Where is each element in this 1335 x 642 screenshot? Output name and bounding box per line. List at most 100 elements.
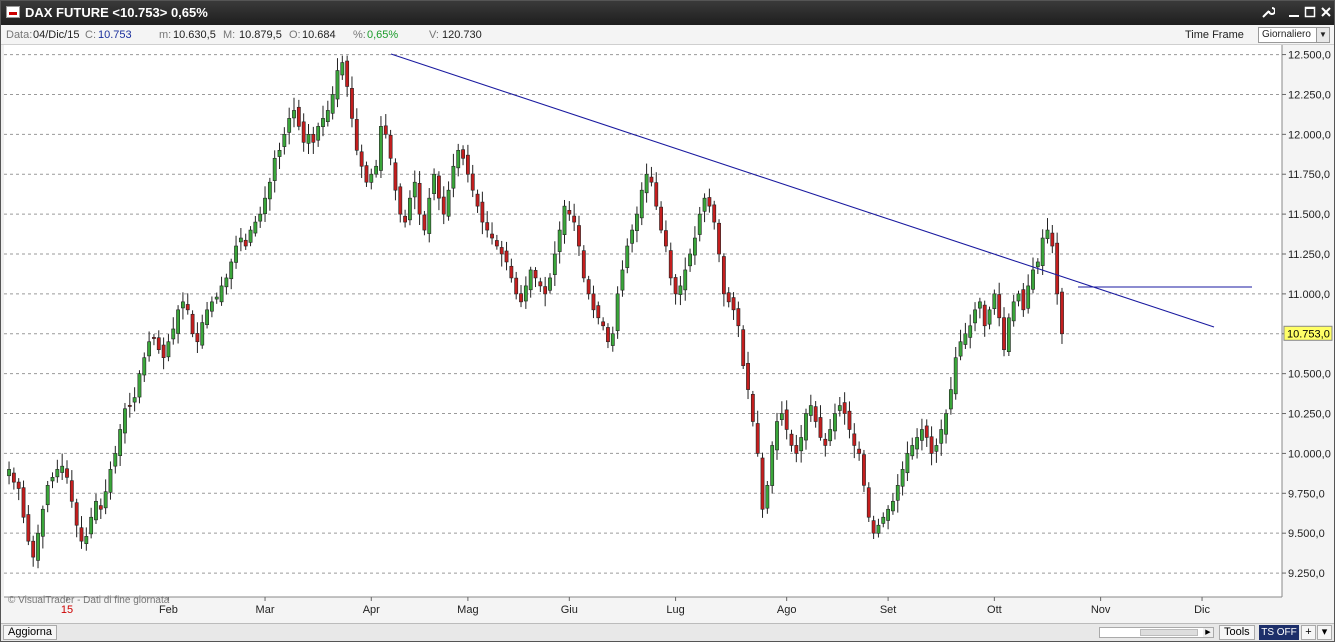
candle-up <box>113 453 118 467</box>
candle-down <box>813 406 818 422</box>
candle-down <box>664 230 668 247</box>
maximize-icon[interactable] <box>1302 5 1318 21</box>
close-value: 10.753 <box>98 29 132 41</box>
candle-up <box>639 189 644 219</box>
timeframe-value: Giornaliero <box>1262 29 1311 40</box>
candle-up <box>905 453 910 474</box>
x-tick-label: Mar <box>256 604 275 616</box>
scrollbar-thumb[interactable] <box>1140 629 1198 636</box>
title-bar: DAX FUTURE <10.753> 0,65% <box>1 1 1334 25</box>
candle-up <box>523 285 528 302</box>
candle-up <box>552 253 557 275</box>
candle-down <box>1021 289 1026 311</box>
candle-down <box>1055 242 1060 295</box>
candle-down <box>509 265 514 279</box>
candle-down <box>746 363 750 390</box>
more-button[interactable]: ▾ <box>1317 625 1332 640</box>
candle-up <box>963 333 968 345</box>
minimize-icon[interactable] <box>1286 5 1302 21</box>
candle-up <box>335 70 340 100</box>
candle-up <box>224 277 229 288</box>
wrench-icon[interactable] <box>1260 5 1276 21</box>
candle-up <box>958 341 963 357</box>
candle-down <box>417 183 422 215</box>
chart-window: DAX FUTURE <10.753> 0,65% Data: 04/Dic/1… <box>0 0 1335 642</box>
candle-down <box>311 134 316 143</box>
candle-up <box>770 445 775 486</box>
candle-up <box>775 421 779 451</box>
close-icon[interactable] <box>1318 5 1334 21</box>
candle-down <box>16 481 21 489</box>
candle-down <box>437 175 441 199</box>
candle-up <box>779 413 784 420</box>
candle-down <box>852 433 857 446</box>
candle-down <box>26 514 31 542</box>
candle-down <box>296 106 301 127</box>
candle-up <box>166 341 171 358</box>
aggiorna-button[interactable]: Aggiorna <box>3 625 58 640</box>
candle-up <box>408 197 412 221</box>
tools-button[interactable]: Tools <box>1219 625 1255 640</box>
add-button[interactable]: + <box>1301 625 1316 640</box>
candle-down <box>1050 232 1055 247</box>
candle-up <box>828 429 833 442</box>
candle-up <box>615 293 620 332</box>
candle-up <box>118 429 123 456</box>
candle-down <box>862 454 866 486</box>
candle-up <box>837 405 842 411</box>
candle-up <box>45 485 50 506</box>
candle-up <box>330 94 335 114</box>
candle-down <box>721 256 726 295</box>
candle-down <box>794 445 799 454</box>
candle-down <box>465 154 470 175</box>
candle-up <box>620 269 625 291</box>
candle-up <box>1040 237 1045 266</box>
x-tick-label: Ago <box>777 604 797 616</box>
candle-down <box>152 337 156 339</box>
candle-up <box>692 237 697 256</box>
candle-down <box>301 121 306 143</box>
x-tick-label: Apr <box>363 604 380 616</box>
date-value: 04/Dic/15 <box>33 29 80 41</box>
candle-up <box>833 413 837 432</box>
watermark: © VisualTrader - Dati di fine giornata <box>8 595 170 606</box>
candle-up <box>432 173 436 195</box>
candle-up <box>900 469 905 487</box>
candle-down <box>79 527 84 542</box>
candle-up <box>973 309 977 324</box>
candle-down <box>823 438 828 446</box>
candle-up <box>1035 261 1040 268</box>
candle-down <box>842 402 847 414</box>
candle-up <box>881 516 886 524</box>
candle-up <box>200 322 205 346</box>
quote-info-bar: Data: 04/Dic/15 C: 10.753 m: 10.630,5 M:… <box>1 25 1334 45</box>
candle-down <box>393 162 398 191</box>
candle-up <box>287 118 292 133</box>
candle-up <box>306 134 311 144</box>
candle-down <box>731 297 736 311</box>
timeframe-select[interactable]: Giornaliero ▼ <box>1258 27 1330 43</box>
candle-down <box>581 250 586 279</box>
candle-up <box>60 465 65 473</box>
y-tick-label: 11.250,0 <box>1288 249 1330 261</box>
x-tick-label: Dic <box>1194 604 1210 616</box>
timeframe-label: Time Frame <box>1185 29 1244 41</box>
pct-label: %: <box>353 29 366 41</box>
candle-down <box>673 277 678 295</box>
candle-up <box>446 189 451 217</box>
candle-down <box>857 448 862 454</box>
candle-down <box>649 176 654 183</box>
candle-up <box>147 341 152 357</box>
candle-up <box>234 245 238 263</box>
y-tick-label: 12.250,0 <box>1288 89 1331 101</box>
candle-up <box>702 197 707 212</box>
scroll-right-icon[interactable]: ▶ <box>1203 628 1213 637</box>
chevron-down-icon[interactable]: ▼ <box>1316 28 1329 42</box>
candlestick-chart[interactable]: 9.250,0 9.500,0 9.750,0 10.000,0 10.250,0 10.… <box>1 45 1334 623</box>
candle-down <box>818 417 823 438</box>
candle-down <box>499 247 504 255</box>
ts-off-button[interactable]: TS OFF <box>1259 625 1299 640</box>
candle-up <box>219 285 224 303</box>
horizontal-scrollbar[interactable]: ▶ <box>1099 627 1214 638</box>
candle-up <box>1006 317 1011 352</box>
